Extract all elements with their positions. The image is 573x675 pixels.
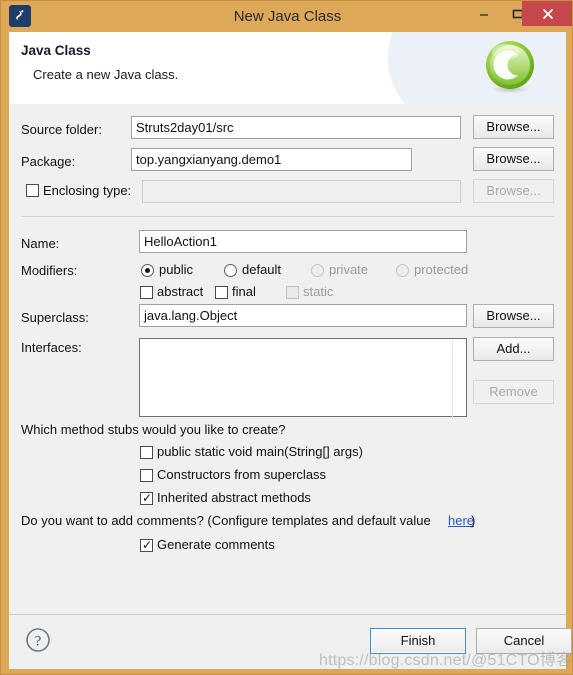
interfaces-label: Interfaces:	[21, 340, 82, 355]
modifier-label-public: public	[159, 262, 193, 277]
modifiers-label: Modifiers:	[21, 263, 78, 278]
package-input[interactable]: top.yangxianyang.demo1	[131, 148, 412, 171]
superclass-label: Superclass:	[21, 310, 89, 325]
stub-checkbox-constructors[interactable]	[140, 469, 153, 482]
page-description: Create a new Java class.	[33, 67, 179, 82]
modifier-label-final: final	[232, 284, 256, 299]
modifier-radio-private	[311, 264, 324, 277]
cancel-button[interactable]: Cancel	[476, 628, 572, 654]
minimize-icon[interactable]	[467, 1, 501, 26]
modifier-checkbox-static	[286, 286, 299, 299]
modifier-radio-public[interactable]	[141, 264, 154, 277]
close-icon[interactable]	[522, 1, 572, 26]
name-label: Name:	[21, 236, 60, 251]
enclosing-type-label: Enclosing type:	[43, 183, 132, 198]
stub-label-inherited: Inherited abstract methods	[157, 490, 311, 505]
modifier-label-private: private	[329, 262, 369, 277]
superclass-input[interactable]: java.lang.Object	[139, 304, 467, 327]
comments-prompt-before: Do you want to add comments? (Configure …	[21, 513, 431, 528]
generate-comments-checkbox[interactable]: ✓	[140, 539, 153, 552]
enclosing-type-input	[142, 180, 461, 203]
package-browse-button[interactable]: Browse...	[473, 147, 554, 171]
new-java-class-dialog: New Java Class Java Class Create a new J…	[0, 0, 573, 675]
source-folder-input[interactable]: Struts2day01/src	[131, 116, 461, 139]
stub-checkbox-inherited[interactable]: ✓	[140, 492, 153, 505]
comments-prompt-after: )	[471, 513, 476, 528]
modifier-label-abstract: abstract	[157, 284, 204, 299]
radio-dot	[145, 268, 150, 273]
modifier-label-static: static	[303, 284, 334, 299]
stub-checkbox-main[interactable]	[140, 446, 153, 459]
checkmark-icon: ✓	[142, 491, 153, 505]
finish-button[interactable]: Finish	[370, 628, 466, 654]
modifier-checkbox-final[interactable]	[215, 286, 228, 299]
section-divider	[21, 216, 554, 217]
modifier-label-protected: protected	[414, 262, 469, 277]
enclosing-type-checkbox[interactable]	[26, 184, 39, 197]
title-bar[interactable]: New Java Class	[1, 1, 572, 32]
enclosing-type-browse-button: Browse...	[473, 179, 554, 203]
source-folder-browse-button[interactable]: Browse...	[473, 115, 554, 139]
stub-label-constructors: Constructors from superclass	[157, 467, 327, 482]
dialog-body: Source folder: Struts2day01/src Browse..…	[9, 104, 566, 659]
help-icon[interactable]: ?	[25, 627, 51, 653]
source-folder-label: Source folder:	[21, 122, 102, 137]
interfaces-remove-button: Remove	[473, 380, 554, 404]
method-stubs-question: Which method stubs would you like to cre…	[21, 422, 286, 437]
generate-comments-label: Generate comments	[157, 537, 275, 552]
interfaces-list[interactable]	[139, 338, 467, 417]
stub-label-main: public static void main(String[] args)	[157, 444, 363, 459]
superclass-browse-button[interactable]: Browse...	[473, 304, 554, 328]
package-label: Package:	[21, 154, 76, 169]
interfaces-scrollbar[interactable]	[452, 340, 453, 417]
checkmark-icon: ✓	[142, 538, 153, 552]
green-class-icon	[486, 41, 534, 94]
modifier-checkbox-abstract[interactable]	[140, 286, 153, 299]
dialog-footer: ? Finish Cancel	[9, 614, 572, 669]
name-input[interactable]: HelloAction1	[139, 230, 467, 253]
modifier-radio-default[interactable]	[224, 264, 237, 277]
modifier-label-default: default	[242, 262, 282, 277]
svg-text:?: ?	[35, 634, 42, 650]
page-title: Java Class	[21, 43, 91, 58]
interfaces-add-button[interactable]: Add...	[473, 337, 554, 361]
modifier-radio-protected	[396, 264, 409, 277]
